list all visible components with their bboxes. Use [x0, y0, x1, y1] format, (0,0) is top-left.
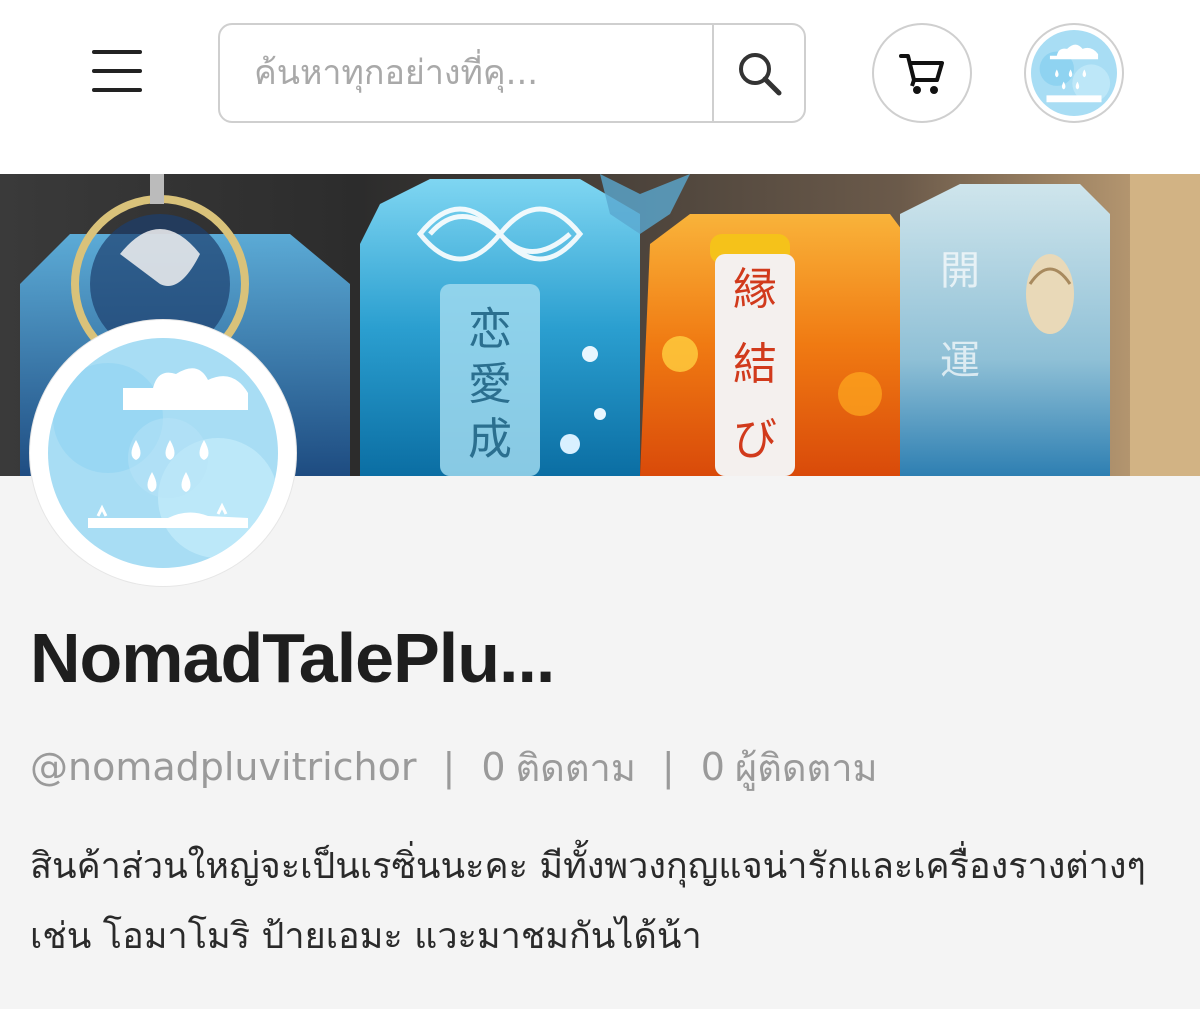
shop-avatar[interactable] — [30, 320, 296, 586]
rain-cloud-avatar-icon — [48, 338, 278, 568]
profile-button[interactable] — [1024, 23, 1124, 123]
following-count[interactable]: 0 — [481, 745, 505, 789]
meta-separator: | — [442, 745, 456, 789]
svg-text:開: 開 — [940, 248, 980, 294]
search-input[interactable] — [220, 25, 712, 121]
cart-icon — [899, 54, 944, 94]
following-label[interactable]: ติดตาม — [516, 737, 636, 798]
followers-count[interactable]: 0 — [701, 745, 725, 789]
search-bar — [218, 23, 806, 123]
cart-button[interactable] — [872, 23, 972, 123]
svg-text:運: 運 — [940, 338, 980, 384]
svg-text:愛: 愛 — [468, 359, 512, 410]
shop-meta-row: @nomadpluvitrichor | 0 ติดตาม | 0 ผู้ติด… — [30, 742, 878, 792]
svg-text:び: び — [733, 414, 777, 465]
shop-handle: @nomadpluvitrichor — [30, 745, 417, 789]
hamburger-menu-icon[interactable] — [92, 50, 142, 92]
cover-charm-text-1: 恋 — [468, 304, 512, 355]
meta-separator: | — [661, 745, 675, 789]
followers-label[interactable]: ผู้ติดตาม — [735, 737, 878, 798]
svg-text:結: 結 — [733, 339, 777, 390]
top-bar — [0, 0, 1200, 174]
svg-text:成: 成 — [468, 414, 512, 465]
shop-name: NomadTalePlu... — [30, 619, 555, 697]
svg-text:縁: 縁 — [733, 264, 777, 315]
shop-bio: สินค้าส่วนใหญ่จะเป็นเรซิ่นนะคะ มีทั้งพวง… — [30, 846, 1146, 957]
search-button[interactable] — [712, 25, 804, 121]
search-icon — [739, 53, 782, 96]
rain-cloud-logo-icon — [1031, 30, 1117, 116]
